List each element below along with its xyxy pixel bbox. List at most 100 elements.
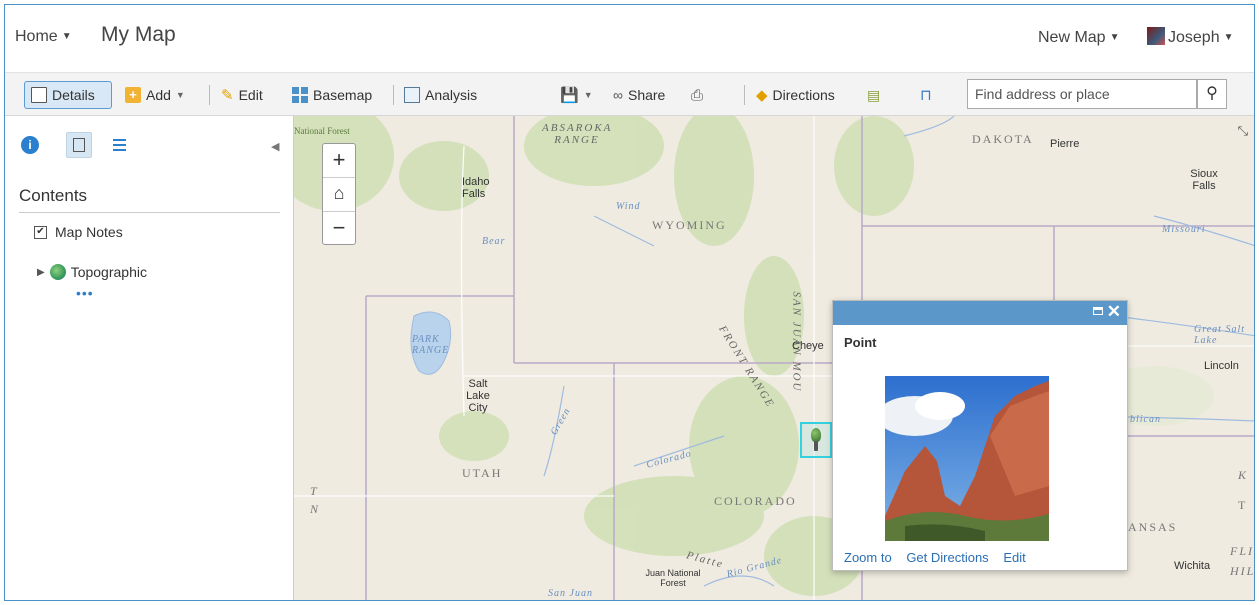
- city-label: Wichita: [1174, 560, 1211, 572]
- maximize-icon[interactable]: [1093, 307, 1103, 315]
- content-view-icon[interactable]: [66, 132, 92, 158]
- feature-popup: ✕ Point Zoom to Get Directions Edit: [832, 300, 1128, 571]
- legend-list-icon[interactable]: [113, 136, 131, 154]
- home-extent-button[interactable]: ⌂: [323, 178, 355, 212]
- ruler-icon: ▤: [867, 86, 881, 103]
- directions-icon: ◆: [756, 87, 768, 104]
- expand-icon[interactable]: ⤡: [1238, 123, 1248, 139]
- analysis-icon: [404, 87, 420, 103]
- map-pin-icon[interactable]: [811, 428, 821, 442]
- search-button[interactable]: ⚲: [1197, 79, 1227, 109]
- zoom-out-button[interactable]: −: [323, 212, 355, 245]
- collapse-panel-icon[interactable]: ◀: [271, 140, 279, 153]
- city-label: Idaho Falls: [462, 176, 490, 200]
- globe-icon: [49, 264, 66, 280]
- get-directions-link[interactable]: Get Directions: [906, 550, 988, 565]
- edit-label: Edit: [238, 87, 263, 103]
- layer-checkbox[interactable]: ✔: [34, 225, 47, 239]
- contents-panel: i ◀ Contents ✔ Map Notes ▶ Topographic •…: [5, 116, 294, 600]
- map-label: K: [1238, 468, 1249, 482]
- home-menu[interactable]: Home ▼: [15, 28, 72, 46]
- map-label: T: [1238, 498, 1248, 512]
- state-label: UTAH: [462, 466, 503, 480]
- map-label: ABSAROKA RANGE: [542, 122, 613, 146]
- header-bar: Home ▼ My Map New Map ▼ Joseph ▼: [5, 5, 1254, 65]
- zoom-in-button[interactable]: +: [323, 144, 355, 178]
- river-label: San Juan: [548, 588, 593, 599]
- basemap-grid-icon: [292, 87, 308, 103]
- map-label: National Forest: [294, 126, 350, 136]
- save-button[interactable]: 💾 ▼: [560, 81, 593, 109]
- contents-heading: Contents: [19, 186, 88, 205]
- zoom-to-link[interactable]: Zoom to: [844, 550, 892, 565]
- measure-button[interactable]: ▤: [867, 81, 880, 109]
- river-label: Missouri: [1162, 224, 1206, 235]
- chevron-down-icon: ▼: [61, 31, 72, 42]
- popup-actions: Zoom to Get Directions Edit: [844, 550, 1037, 565]
- river-label: Bear: [482, 236, 506, 247]
- details-label: Details: [52, 87, 95, 103]
- city-label: Salt Lake City: [466, 378, 490, 414]
- layer-item-map-notes[interactable]: ✔ Map Notes: [34, 224, 123, 240]
- city-label: Pierre: [1050, 138, 1080, 150]
- new-map-menu[interactable]: New Map ▼: [1038, 29, 1119, 47]
- city-label: Sioux Falls: [1190, 168, 1218, 192]
- map-title: My Map: [101, 23, 176, 46]
- state-label: COLORADO: [714, 494, 797, 508]
- directions-button[interactable]: ◆ Directions: [756, 81, 835, 109]
- basemap-label: Basemap: [313, 87, 373, 103]
- layer-label: Topographic: [70, 264, 147, 280]
- details-button[interactable]: Details: [24, 81, 112, 109]
- popup-photo[interactable]: [885, 376, 1049, 541]
- map-label: T: [310, 484, 319, 498]
- user-menu[interactable]: Joseph ▼: [1147, 27, 1234, 47]
- city-label: Lincoln: [1204, 360, 1239, 372]
- edit-link[interactable]: Edit: [1003, 550, 1025, 565]
- search-input[interactable]: Find address or place: [967, 79, 1197, 109]
- layer-item-topographic[interactable]: ▶ Topographic: [37, 264, 147, 280]
- river-label: blican: [1130, 414, 1161, 425]
- expand-triangle-icon[interactable]: ▶: [37, 267, 45, 278]
- map-pin-stem: [814, 441, 818, 451]
- add-button[interactable]: + Add ▼: [125, 81, 185, 109]
- info-icon[interactable]: i: [21, 136, 39, 154]
- popup-header: ✕: [833, 301, 1127, 325]
- pencil-icon: ✎: [221, 87, 234, 104]
- home-icon: ⌂: [333, 183, 345, 203]
- link-icon: ∞: [613, 87, 623, 103]
- divider: [393, 85, 394, 105]
- print-button[interactable]: ⎙: [691, 81, 703, 109]
- close-icon[interactable]: ✕: [1107, 302, 1121, 322]
- basemap-button[interactable]: Basemap: [292, 81, 372, 109]
- user-name: Joseph: [1168, 29, 1220, 46]
- directions-label: Directions: [772, 87, 835, 103]
- divider: [19, 212, 280, 213]
- edit-button[interactable]: ✎ Edit: [221, 81, 263, 109]
- share-label: Share: [627, 87, 666, 103]
- bookmarks-button[interactable]: ⊓: [920, 81, 932, 109]
- map-label: Juan National Forest: [645, 568, 701, 588]
- river-label: Wind: [616, 201, 641, 212]
- search-icon: ⚲: [1206, 85, 1218, 102]
- app-window: Home ▼ My Map New Map ▼ Joseph ▼ Details + …: [4, 4, 1255, 601]
- zoom-control: + ⌂ −: [322, 143, 356, 245]
- save-icon: 💾: [560, 87, 579, 104]
- map-label: FLI: [1230, 544, 1254, 558]
- chevron-down-icon: ▼: [1223, 32, 1234, 43]
- map-label: N: [310, 502, 321, 516]
- new-map-label: New Map: [1038, 29, 1106, 46]
- layer-options-button[interactable]: •••: [76, 285, 94, 301]
- photo-image: [885, 376, 1049, 541]
- avatar: [1147, 27, 1165, 45]
- divider: [744, 85, 745, 105]
- state-label: WYOMING: [652, 218, 727, 232]
- lake-label: PARK RANGE: [412, 334, 450, 356]
- layer-label: Map Notes: [55, 224, 123, 240]
- chevron-down-icon: ▼: [1109, 32, 1120, 43]
- add-icon: +: [125, 87, 141, 103]
- home-label: Home: [15, 28, 58, 45]
- share-button[interactable]: ∞ Share: [613, 81, 665, 109]
- river-label: Great Salt Lake: [1194, 324, 1246, 346]
- add-label: Add: [146, 87, 171, 103]
- analysis-button[interactable]: Analysis: [404, 81, 477, 109]
